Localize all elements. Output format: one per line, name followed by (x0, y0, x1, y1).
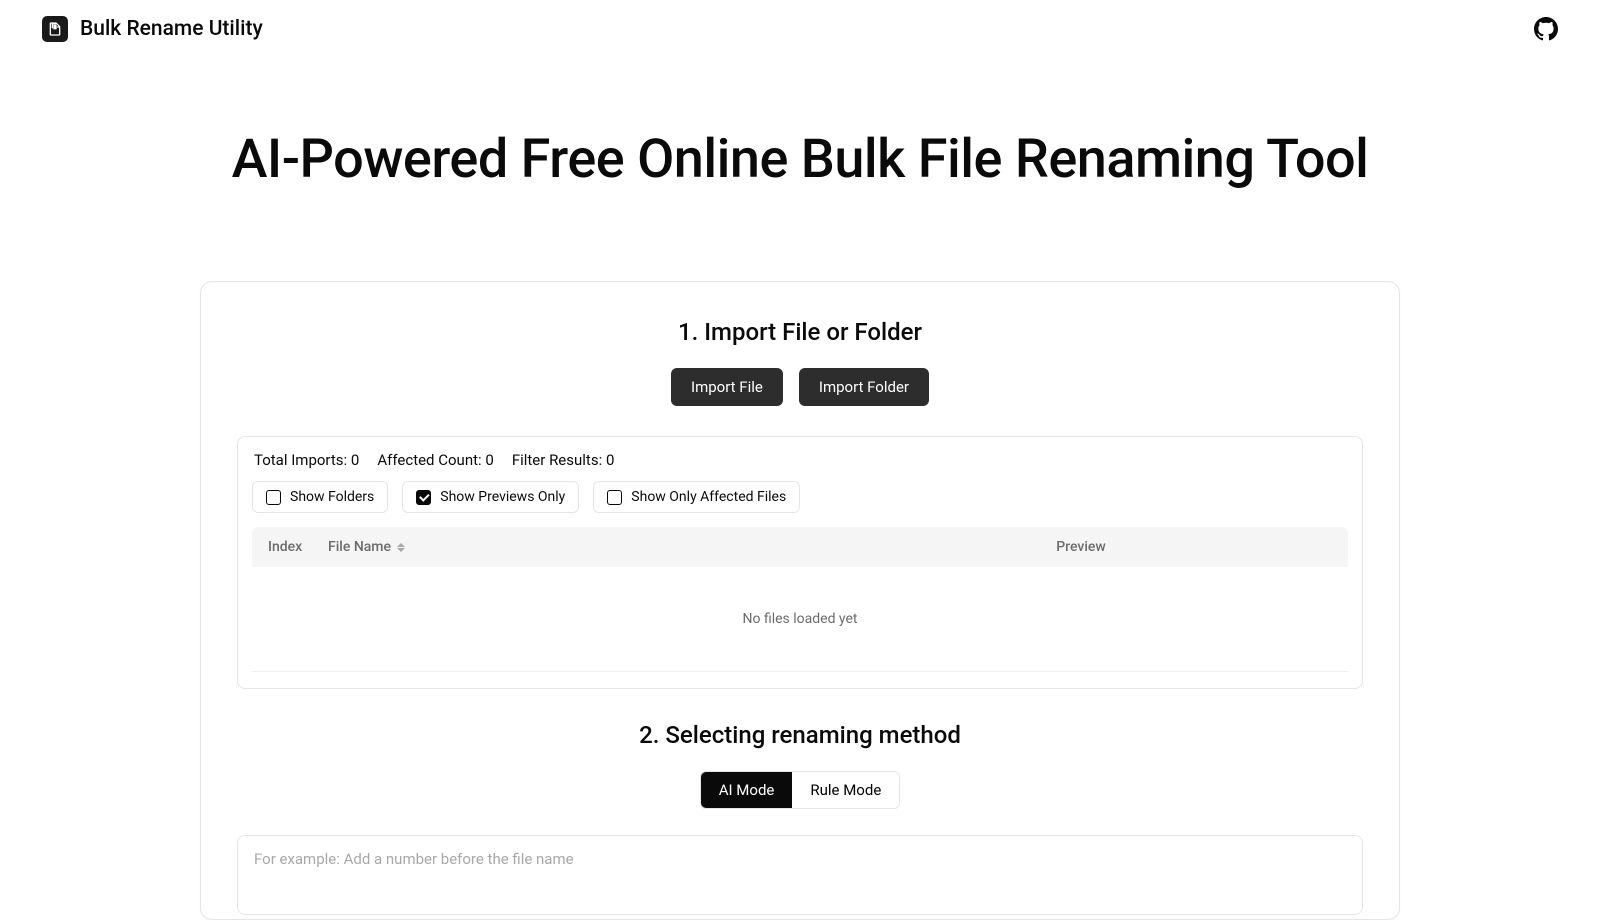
table-empty-message: No files loaded yet (252, 567, 1348, 672)
ai-mode-button[interactable]: AI Mode (701, 772, 793, 808)
app-logo-icon (42, 16, 68, 42)
checkbox-icon (416, 490, 431, 505)
affected-count-stat: Affected Count: 0 (377, 451, 493, 469)
github-icon[interactable] (1534, 17, 1558, 41)
sort-icon (397, 543, 405, 552)
import-folder-button[interactable]: Import Folder (799, 368, 929, 406)
page-title: AI-Powered Free Online Bulk File Renamin… (0, 128, 1600, 191)
filter-results-stat: Filter Results: 0 (512, 451, 615, 469)
show-folders-checkbox[interactable]: Show Folders (252, 481, 388, 513)
total-imports-stat: Total Imports: 0 (254, 451, 359, 469)
checkbox-icon (266, 490, 281, 505)
rename-prompt-input[interactable] (237, 835, 1363, 915)
checkbox-icon (607, 490, 622, 505)
filter-panel: Total Imports: 0 Affected Count: 0 Filte… (237, 436, 1363, 689)
show-previews-only-checkbox[interactable]: Show Previews Only (402, 481, 579, 513)
main-card: 1. Import File or Folder Import File Imp… (200, 281, 1400, 920)
mode-toggle-group: AI Mode Rule Mode (700, 771, 901, 809)
section1-title: 1. Import File or Folder (237, 318, 1363, 346)
import-file-button[interactable]: Import File (671, 368, 783, 406)
section2-title: 2. Selecting renaming method (237, 721, 1363, 749)
column-header-index: Index (268, 539, 328, 555)
column-header-preview: Preview (830, 539, 1332, 555)
column-header-filename[interactable]: File Name (328, 539, 830, 555)
show-only-affected-checkbox[interactable]: Show Only Affected Files (593, 481, 800, 513)
app-title: Bulk Rename Utility (80, 17, 263, 41)
table-header: Index File Name Preview (252, 527, 1348, 567)
rule-mode-button[interactable]: Rule Mode (792, 772, 899, 808)
